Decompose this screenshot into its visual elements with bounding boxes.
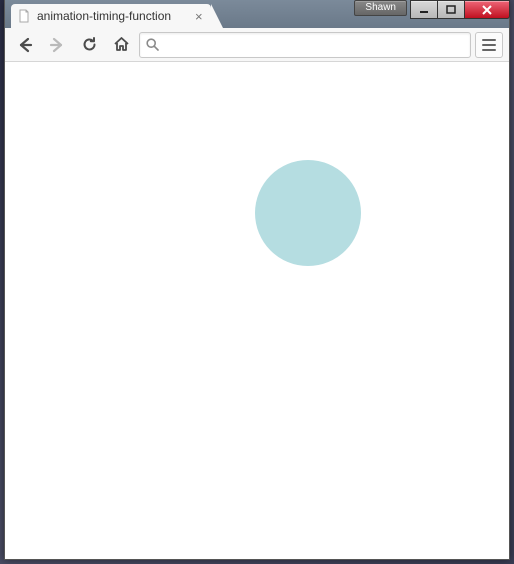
forward-button[interactable] <box>43 32 71 58</box>
animated-circle <box>255 160 361 266</box>
search-icon <box>146 38 159 51</box>
reload-button[interactable] <box>75 32 103 58</box>
url-input[interactable] <box>165 37 464 52</box>
page-viewport <box>5 62 509 559</box>
back-button[interactable] <box>11 32 39 58</box>
minimize-button[interactable] <box>410 0 438 19</box>
reload-icon <box>81 36 98 53</box>
back-arrow-icon <box>16 36 34 54</box>
home-button[interactable] <box>107 32 135 58</box>
window-titlebar: Shawn <box>4 0 510 22</box>
hamburger-icon <box>482 39 496 51</box>
minimize-icon <box>419 5 429 15</box>
home-icon <box>113 36 130 53</box>
user-badge[interactable]: Shawn <box>354 0 407 16</box>
menu-button[interactable] <box>475 32 503 58</box>
browser-window: animation-timing-function × <box>4 0 510 560</box>
close-icon <box>481 5 493 15</box>
maximize-icon <box>446 5 456 15</box>
maximize-button[interactable] <box>437 0 465 19</box>
toolbar <box>5 28 509 62</box>
close-button[interactable] <box>464 0 510 19</box>
address-bar[interactable] <box>139 32 471 58</box>
forward-arrow-icon <box>48 36 66 54</box>
